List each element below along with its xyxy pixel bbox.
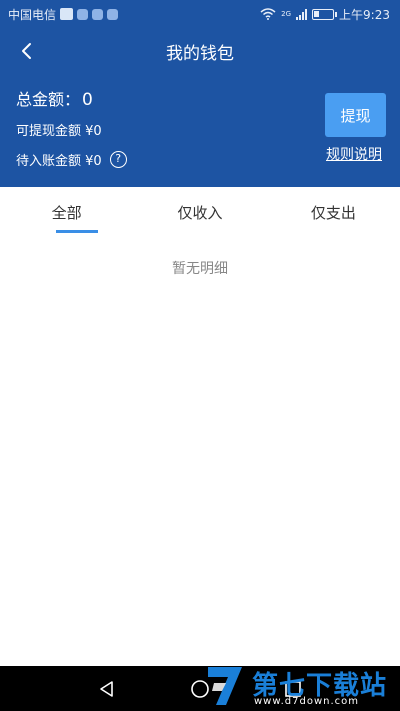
triangle-back-icon: [99, 680, 113, 697]
tab-expense-label: 仅支出: [310, 203, 356, 222]
signal-icon: [296, 8, 308, 20]
battery-icon: [312, 8, 338, 20]
withdrawable-amount: 可提现金额 ¥0: [16, 124, 102, 139]
page-title: 我的钱包: [166, 43, 234, 64]
pending-amount: 待入账金额 ¥0 ?: [16, 150, 127, 169]
status-time: 上午9:23: [339, 7, 390, 22]
help-icon[interactable]: ?: [109, 151, 127, 168]
status-left: 中国电信: [8, 6, 119, 23]
tab-income-label: 仅收入: [177, 203, 223, 222]
active-tab-indicator: [56, 230, 98, 233]
tab-all-label: 全部: [51, 203, 82, 222]
app-notification-icon: [107, 8, 119, 20]
filter-tabs: 全部 仅收入 仅支出: [0, 187, 400, 237]
total-amount-label: 总金额：: [16, 90, 81, 109]
mail-icon: [60, 8, 74, 20]
system-back-button[interactable]: [95, 677, 119, 701]
tab-income-only[interactable]: 仅收入: [133, 187, 266, 237]
tab-all[interactable]: 全部: [0, 187, 133, 237]
tab-expense-only[interactable]: 仅支出: [267, 187, 400, 237]
watermark-logo-icon: [208, 667, 242, 705]
watermark-url: www.d7down.com: [254, 696, 360, 707]
status-bar: 中国电信 2G 上午9:23: [0, 0, 400, 28]
rules-link[interactable]: 规则说明: [326, 144, 382, 164]
navigation-bar: 我的钱包: [0, 28, 400, 74]
total-amount: 总金额： 0: [16, 86, 93, 110]
wifi-icon: [260, 8, 276, 20]
app-notification-icon: [77, 8, 89, 20]
wallet-header: 中国电信 2G 上午9:23 我的钱包 总金额： 0 可提现金额 ¥0 待入账金…: [0, 0, 400, 187]
empty-state-text: 暂无明细: [172, 261, 228, 277]
withdraw-button[interactable]: 提现: [325, 93, 386, 137]
back-button[interactable]: [12, 36, 42, 66]
total-amount-value: 0: [82, 90, 93, 110]
chevron-left-icon: [22, 43, 31, 59]
carrier-name: 中国电信: [8, 7, 57, 22]
pending-amount-text: 待入账金额 ¥0: [16, 154, 102, 169]
site-watermark: 第七下载站 www.d7down.com: [204, 663, 394, 711]
network-type: 2G: [281, 10, 292, 18]
shield-icon: [92, 8, 104, 20]
status-right: 2G 上午9:23: [260, 6, 390, 23]
